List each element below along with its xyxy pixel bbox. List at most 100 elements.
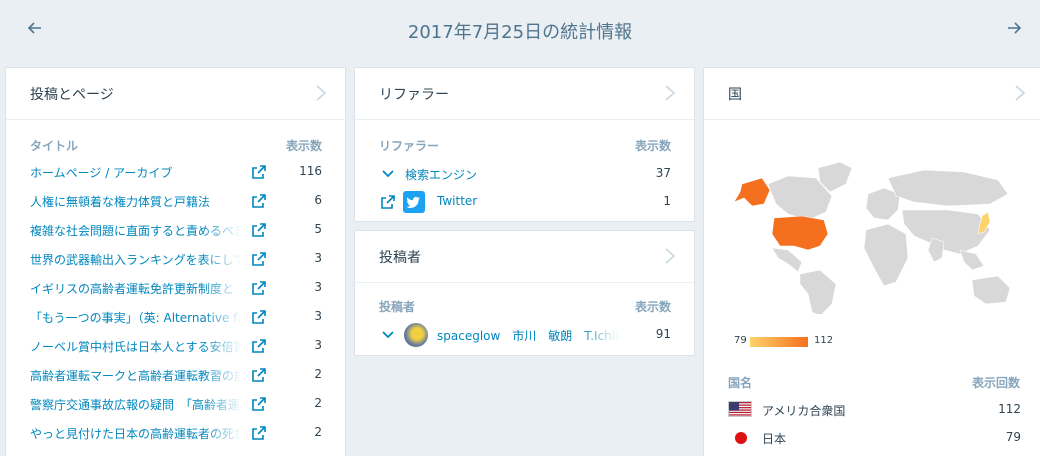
post-views: 5 [314,222,322,236]
table-row[interactable]: やっと見付けた日本の高齢運転者の死亡 2 [6,423,347,445]
countries-card-header[interactable]: 国 [704,68,1040,120]
avatar [404,323,428,347]
text-fade [202,191,242,211]
table-row[interactable]: イギリスの高齢者運転免許更新制度と 3 [6,278,347,300]
countries-card: 国 79 112 国名 表示回数 アメリカ合衆国 112 日本 79 [703,67,1040,456]
external-link-icon[interactable] [252,426,266,440]
posts-col-views: 表示数 [286,139,323,153]
table-row[interactable]: ノーベル賞中村氏は日本人とする安倍首 3 [6,336,347,358]
external-link-icon[interactable] [252,368,266,382]
external-link-icon[interactable] [252,397,266,411]
referrer-label[interactable]: Twitter [437,194,617,208]
authors-card-header[interactable]: 投稿者 [355,231,694,283]
referrers-col-views: 表示数 [635,139,672,153]
list-item[interactable]: spaceglow 市川 敏朗 T.Ichikawa 91 [355,323,696,347]
post-views: 6 [314,193,322,207]
text-fade [202,249,242,269]
countries-card-title: 国 [728,87,742,103]
table-row[interactable]: 複雑な社会問題に直面すると責めるべき 5 [6,220,347,242]
authors-card-title: 投稿者 [379,250,421,266]
legend-max: 112 [814,335,834,346]
text-fade [202,307,242,327]
table-row[interactable]: 警察庁交通事故広報の疑問 「高齢者運 2 [6,394,347,416]
referrers-col-title: リファラー [379,139,440,153]
arrow-right-icon[interactable] [1005,20,1023,38]
referrers-card-header[interactable]: リファラー [355,68,694,120]
legend-gradient [750,337,808,347]
world-map[interactable] [728,154,1024,314]
external-link-icon[interactable] [252,194,266,208]
text-fade [202,162,242,182]
map-alaska [733,177,771,207]
map-mexico [771,247,803,273]
posts-card: 投稿とページ タイトル 表示数 ホームページ / アーカイブ 116 人権に無頓着な… [5,67,346,456]
map-asia [901,209,991,255]
referrers-card: リファラー リファラー 表示数 検索エンジン 37 Twitter 1 [354,67,695,222]
chevron-down-icon[interactable] [381,328,395,342]
author-views: 91 [655,327,671,341]
map-australia [971,275,1011,305]
referrer-label[interactable]: 検索エンジン [405,166,605,183]
referrer-views: 1 [663,194,671,208]
text-fade [202,365,242,385]
flag-japan-icon [735,432,747,444]
chevron-right-icon[interactable] [315,84,327,102]
posts-card-header[interactable]: 投稿とページ [6,68,345,120]
map-africa [863,223,909,287]
external-link-icon[interactable] [252,252,266,266]
country-name: アメリカ合衆国 [762,404,846,418]
table-row[interactable]: 人権に無頓着な権力体質と戸籍法 6 [6,191,347,213]
referrers-card-title: リファラー [379,87,449,103]
map-south-america [799,269,837,314]
twitter-icon [403,191,425,213]
list-item[interactable]: Twitter 1 [355,191,696,214]
list-item[interactable]: アメリカ合衆国 112 [704,400,1040,422]
flag-us-icon [728,401,752,417]
table-row[interactable]: 「もう一つの事実」（英: Alternative facts 3 [6,307,347,329]
text-fade [202,394,242,414]
post-views: 3 [314,309,322,323]
post-views: 3 [314,338,322,352]
post-views: 2 [314,396,322,410]
posts-card-title: 投稿とページ [30,87,114,103]
map-russia [887,169,1009,207]
list-item[interactable]: 検索エンジン 37 [355,164,696,186]
page-title: 2017年7月25日の統計情報 [407,22,633,43]
referrer-views: 37 [655,166,671,180]
external-link-icon[interactable] [252,310,266,324]
stats-header: 2017年7月25日の統計情報 [0,0,1040,62]
chevron-right-icon[interactable] [664,84,676,102]
chevron-right-icon[interactable] [1014,84,1026,102]
post-views: 116 [299,164,322,178]
external-link-icon[interactable] [252,165,266,179]
external-link-icon[interactable] [252,281,266,295]
country-name: 日本 [762,432,787,446]
text-fade [579,325,619,345]
text-fade [202,336,242,356]
map-southeast-asia [959,249,985,271]
text-fade [202,278,242,298]
post-views: 2 [314,425,322,439]
country-views: 112 [998,402,1021,416]
map-usa [771,215,829,251]
external-link-icon[interactable] [252,223,266,237]
posts-col-title: タイトル [30,139,79,153]
text-fade [202,220,242,240]
table-row[interactable]: 世界の武器輸出入ランキングを表にして 3 [6,249,347,271]
list-item[interactable]: 日本 79 [704,428,1040,450]
table-row[interactable]: ホームページ / アーカイブ 116 [6,162,347,184]
external-link-icon[interactable] [252,339,266,353]
post-views: 3 [314,280,322,294]
countries-col-views: 表示回数 [972,376,1021,390]
post-views: 2 [314,367,322,381]
legend-min: 79 [734,335,747,346]
countries-col-title: 国名 [728,376,753,390]
post-views: 3 [314,251,322,265]
authors-card: 投稿者 投稿者 表示数 spaceglow 市川 敏朗 T.Ichikawa 9… [354,230,695,356]
table-row[interactable]: 高齢者運転マークと高齢者運転教習の誤 2 [6,365,347,387]
text-fade [202,423,242,443]
authors-col-views: 表示数 [635,300,672,314]
external-link-icon[interactable] [381,195,395,209]
chevron-right-icon[interactable] [664,247,676,265]
chevron-down-icon[interactable] [381,167,395,181]
